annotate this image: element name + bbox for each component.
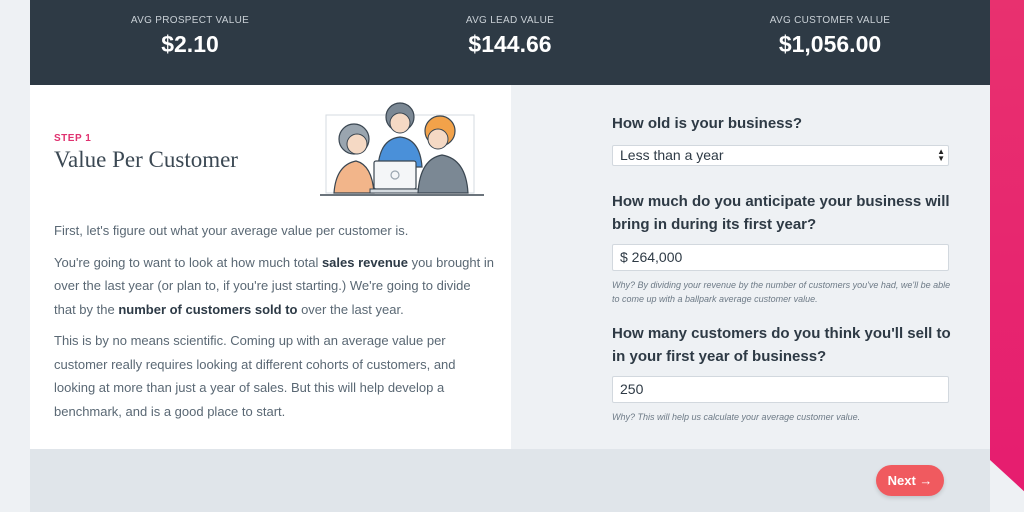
stat-lead: AVG LEAD VALUE $144.66 xyxy=(350,0,670,58)
select-arrows-icon: ▲ ▼ xyxy=(937,147,945,163)
step-description-panel: STEP 1 Value Per Customer First, let's f… xyxy=(30,85,511,449)
form-panel: How old is your business? Less than a ye… xyxy=(511,85,990,449)
revenue-input[interactable]: $ 264,000 xyxy=(612,244,949,271)
calculator-card: AVG PROSPECT VALUE $2.10 AVG LEAD VALUE … xyxy=(30,0,990,512)
stat-customer: AVG CUSTOMER VALUE $1,056.00 xyxy=(670,0,990,58)
step-copy: First, let's figure out what your averag… xyxy=(54,219,494,431)
customers-hint: Why? This will help us calculate your av… xyxy=(612,412,861,422)
stat-label: AVG CUSTOMER VALUE xyxy=(769,15,891,26)
stat-label: AVG LEAD VALUE xyxy=(465,15,555,26)
sales-revenue-emphasis: sales revenue xyxy=(321,254,408,270)
step-label: STEP 1 xyxy=(54,133,92,144)
page-background xyxy=(0,0,30,512)
business-age-question: How old is your business? xyxy=(612,115,803,132)
stat-label: AVG PROSPECT VALUE xyxy=(130,15,250,26)
copy-paragraph: You're going to want to look at how much… xyxy=(54,251,494,322)
step-title: Value Per Customer xyxy=(54,147,238,172)
business-age-value: Less than a year xyxy=(620,147,724,163)
stats-bar: AVG PROSPECT VALUE $2.10 AVG LEAD VALUE … xyxy=(30,0,990,85)
next-button[interactable]: Next → xyxy=(876,465,944,496)
copy-text: over the last year. xyxy=(297,301,404,317)
team-illustration xyxy=(320,102,484,196)
customers-input[interactable]: 250 xyxy=(612,376,949,403)
customers-sold-emphasis: number of customers sold to xyxy=(118,301,298,317)
business-age-select[interactable]: Less than a year ▲ ▼ xyxy=(612,145,949,166)
revenue-hint: Why? By dividing your revenue by the num… xyxy=(612,280,951,304)
stat-prospect: AVG PROSPECT VALUE $2.10 xyxy=(30,0,350,58)
revenue-question: How much do you anticipate your business… xyxy=(612,193,950,233)
copy-paragraph: First, let's figure out what your averag… xyxy=(54,223,409,238)
stat-value: $144.66 xyxy=(468,31,552,57)
copy-paragraph: This is by no means scientific. Coming u… xyxy=(54,333,456,419)
stat-value: $1,056.00 xyxy=(778,31,882,57)
customers-question: How many customers do you think you'll s… xyxy=(612,325,951,365)
stat-value: $2.10 xyxy=(161,31,219,57)
brand-accent-stripe xyxy=(990,0,1024,512)
copy-text: You're going to want to look at how much… xyxy=(54,254,322,270)
